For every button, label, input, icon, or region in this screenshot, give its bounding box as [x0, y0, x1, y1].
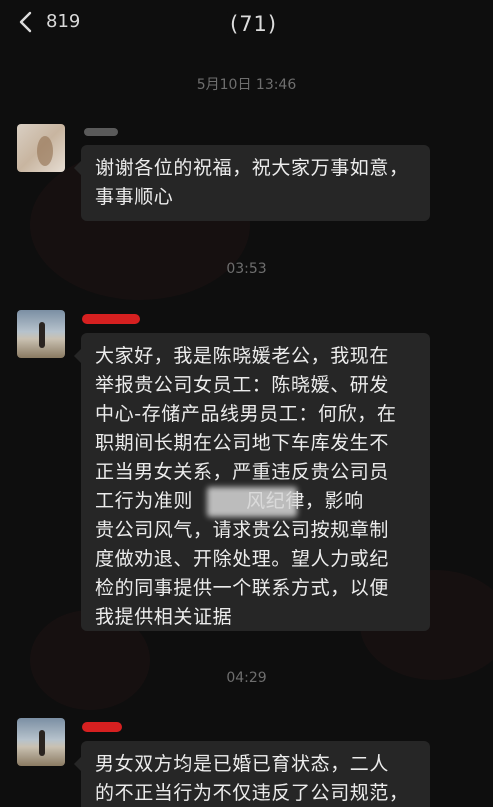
message-line: 谢谢各位的祝福，祝大家万事如意， [95, 157, 409, 179]
message-bubble[interactable]: 男女双方均是已婚已育状态，二人 的不正当行为不仅违反了公司规范， [74, 741, 430, 807]
sender-name-redaction [82, 722, 122, 732]
censor-blur [207, 487, 297, 517]
message-line: 度做劝退、开除处理。望人力或纪 [95, 548, 390, 570]
title-redaction [186, 12, 230, 34]
message-line: 中心-存储产品线男员工：何欣，在 [95, 403, 397, 425]
message-bubble[interactable]: 谢谢各位的祝福，祝大家万事如意， 事事顺心 [74, 145, 430, 221]
message-line: 大家好，我是陈晓媛老公，我现在 [95, 345, 390, 367]
chevron-left-icon[interactable] [16, 10, 36, 34]
timestamp: 03:53 [226, 261, 267, 277]
message-line: 事事顺心 [95, 186, 174, 208]
avatar[interactable] [17, 310, 65, 358]
message-line: 我提供相关证据 [95, 606, 233, 628]
chat-header: 819 前端(71) [0, 0, 493, 46]
message-line: 贵公司风气，请求贵公司按规章制 [95, 519, 390, 541]
avatar[interactable] [17, 124, 65, 172]
avatar[interactable] [17, 718, 65, 766]
timestamp: 04:29 [226, 670, 267, 686]
message-line: 男女双方均是已婚已育状态，二人 [95, 753, 390, 775]
message-line: 正当男女关系，严重违反贵公司员 [95, 461, 390, 483]
timestamp: 5月10日 13:46 [196, 77, 297, 93]
message-line: 的不正当行为不仅违反了公司规范， [95, 782, 409, 804]
chat-screen: 819 前端(71) 5月10日 13:46 谢谢各位的祝福，祝大家万事如意， … [0, 0, 493, 807]
unread-count[interactable]: 819 [46, 11, 80, 32]
sender-name-redaction [82, 314, 140, 324]
message-line: 举报贵公司女员工：陈晓媛、研发 [95, 374, 390, 396]
message-line: 职期间长期在公司地下车库发生不 [95, 432, 390, 454]
message-line: 检的同事提供一个联系方式，以便 [95, 577, 390, 599]
sender-name [84, 128, 118, 136]
message-bubble[interactable]: 大家好，我是陈晓媛老公，我现在 举报贵公司女员工：陈晓媛、研发 中心-存储产品线… [74, 333, 430, 631]
